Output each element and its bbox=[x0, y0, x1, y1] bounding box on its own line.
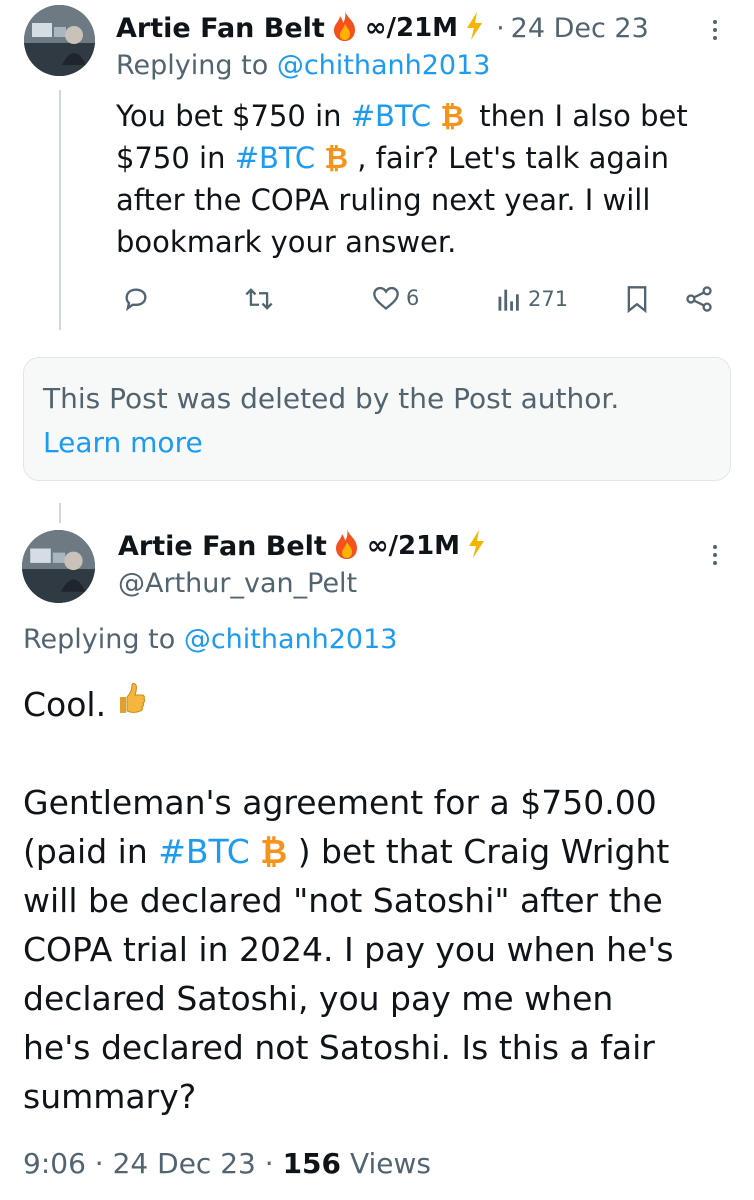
text-segment: (paid in bbox=[23, 832, 159, 871]
meta-separator: · bbox=[264, 1147, 274, 1180]
replying-to-label: Replying to bbox=[116, 50, 269, 81]
hashtag-btc[interactable]: #BTC bbox=[235, 141, 315, 175]
views-count[interactable]: 156 bbox=[283, 1147, 341, 1180]
text-line: Gentleman's agreement for a $750.00 bbox=[23, 783, 657, 822]
bitcoin-icon: ₿ bbox=[324, 141, 349, 175]
display-name[interactable]: Artie Fan Belt bbox=[116, 13, 325, 44]
deleted-post-notice: This Post was deleted by the Post author… bbox=[23, 357, 731, 481]
views-icon bbox=[496, 285, 522, 313]
text-line: COPA trial in 2024. I pay you when he's bbox=[23, 930, 674, 969]
text-segment: , fair? Let's talk again bbox=[348, 141, 669, 175]
avatar[interactable] bbox=[24, 5, 95, 76]
tweet-date[interactable]: 24 Dec 23 bbox=[113, 1147, 256, 1180]
views-button[interactable]: 271 bbox=[496, 285, 568, 313]
name-suffix: ∞/21M bbox=[364, 13, 459, 43]
views-count: 271 bbox=[528, 287, 569, 311]
text-line: summary? bbox=[23, 1077, 197, 1116]
like-icon bbox=[372, 285, 400, 311]
tweet-time[interactable]: 9:06 bbox=[23, 1147, 86, 1180]
share-button[interactable] bbox=[684, 285, 714, 313]
views-label: Views bbox=[349, 1147, 431, 1180]
thread-line-bottom bbox=[59, 503, 61, 523]
bolt-icon bbox=[464, 11, 484, 45]
text-line: will be declared "not Satoshi" after the bbox=[23, 881, 663, 920]
dot-separator: · bbox=[496, 12, 505, 44]
hashtag-btc[interactable]: #BTC bbox=[351, 99, 431, 133]
text-line: declared Satoshi, you pay me when bbox=[23, 979, 614, 1018]
tweet-date[interactable]: 24 Dec 23 bbox=[511, 13, 649, 44]
thumbs-up-icon bbox=[116, 680, 146, 729]
more-icon[interactable] bbox=[713, 545, 717, 565]
user-handle[interactable]: @Arthur_van_Pelt bbox=[118, 568, 357, 599]
text-segment: $750 in bbox=[116, 141, 235, 175]
text-segment: then I also bet bbox=[470, 99, 688, 133]
tweet-meta: 9:06 · 24 Dec 23 · 156 Views bbox=[23, 1147, 431, 1180]
bookmark-icon bbox=[625, 285, 649, 313]
reply-button[interactable] bbox=[122, 285, 150, 313]
display-name[interactable]: Artie Fan Belt bbox=[118, 531, 327, 562]
text-segment: ) bet that Craig Wright bbox=[287, 832, 670, 871]
tweet-text: Cool. Gentleman's agreement for a $750.0… bbox=[23, 680, 738, 1121]
replying-to-label: Replying to bbox=[23, 624, 176, 655]
retweet-button[interactable] bbox=[244, 285, 274, 313]
more-icon[interactable] bbox=[713, 20, 717, 40]
text-line: after the COPA ruling next year. I will bbox=[116, 183, 651, 217]
name-suffix: ∞/21M bbox=[366, 531, 461, 561]
like-count: 6 bbox=[406, 286, 420, 310]
bitcoin-icon: ₿ bbox=[440, 99, 465, 133]
bolt-icon bbox=[466, 529, 486, 563]
text-line: he's declared not Satoshi. Is this a fai… bbox=[23, 1028, 655, 1067]
replying-to-handle[interactable]: @chithanh2013 bbox=[277, 50, 491, 81]
bookmark-button[interactable] bbox=[625, 285, 649, 313]
retweet-icon bbox=[244, 285, 274, 313]
learn-more-link[interactable]: Learn more bbox=[43, 426, 203, 459]
deleted-notice-text: This Post was deleted by the Post author… bbox=[43, 382, 620, 415]
like-button[interactable]: 6 bbox=[372, 285, 419, 311]
replying-to-handle[interactable]: @chithanh2013 bbox=[184, 624, 398, 655]
text-line: bookmark your answer. bbox=[116, 225, 457, 259]
bitcoin-icon: ₿ bbox=[260, 832, 288, 871]
text-segment: You bet $750 in bbox=[116, 99, 351, 133]
hashtag-btc[interactable]: #BTC bbox=[158, 832, 250, 871]
fire-icon bbox=[331, 10, 359, 46]
avatar[interactable] bbox=[22, 530, 95, 603]
text-line: Cool. bbox=[23, 685, 107, 724]
fire-icon bbox=[333, 528, 361, 564]
meta-separator: · bbox=[94, 1147, 104, 1180]
tweet-text: You bet $750 in #BTC ₿ then I also bet $… bbox=[116, 95, 736, 263]
reply-icon bbox=[122, 285, 150, 313]
thread-line-top bbox=[59, 90, 61, 330]
share-icon bbox=[684, 285, 714, 313]
